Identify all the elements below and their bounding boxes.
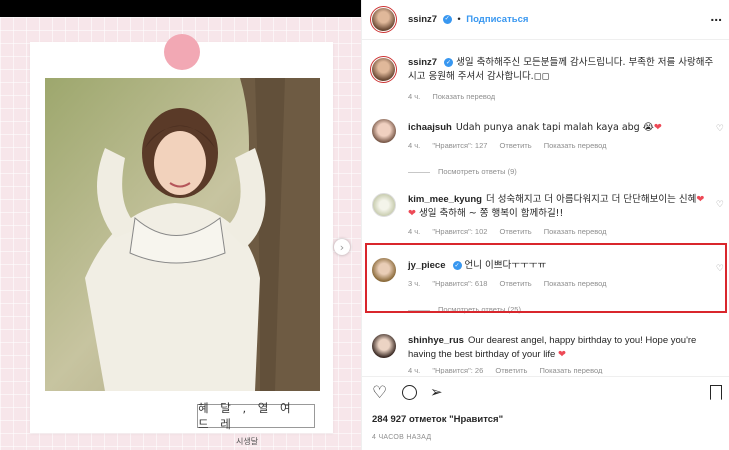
like-heart-icon[interactable]: ♡ [372, 383, 387, 403]
comments-panel: ssinz7 ✓ • Подписаться ... ssinz7 ✓ 생일 축하… [361, 0, 729, 450]
share-icon[interactable]: ➢ [430, 383, 443, 401]
heart-emoji-icon: ❤ [557, 349, 566, 360]
comment-meta: 4 ч. "Нравится": 26 Ответить Показать пе… [408, 366, 612, 374]
comment-text: 더 성숙해지고 더 아름다워지고 더 단단해보이는 신혜 [485, 194, 697, 205]
top-bar [0, 0, 361, 17]
comment-icon[interactable] [402, 385, 417, 400]
reply-link[interactable]: Ответить [500, 227, 532, 236]
bookmark-icon[interactable] [710, 385, 722, 400]
comment-meta: 4 ч. Показать перевод [408, 92, 505, 101]
comment-meta: 4 ч. "Нравится": 102 Ответить Показать п… [408, 227, 617, 236]
post-header: ssinz7 ✓ • Подписаться ... [362, 0, 729, 40]
avatar[interactable] [370, 6, 397, 33]
post-time: 4 ЧАСОВ НАЗАД [372, 434, 432, 441]
comment-likes[interactable]: "Нравится": 102 [432, 227, 487, 236]
comment-username[interactable]: shinhye_rus [408, 335, 464, 346]
reply-link[interactable]: Ответить [495, 366, 527, 374]
comment-text: Udah punya anak tapi malah kaya abg [455, 122, 640, 133]
dot-separator: • [457, 14, 461, 25]
comment-meta: 4 ч. "Нравится": 127 Ответить Показать п… [408, 141, 617, 150]
translate-link[interactable]: Показать перевод [540, 366, 603, 374]
verified-icon: ✓ [442, 14, 452, 24]
crying-emoji-icon: 😭 [642, 122, 654, 133]
comment-time: 4 ч. [408, 227, 421, 236]
comment-body: ichaajsuh Udah punya anak tapi malah kaya… [408, 121, 708, 135]
header-username[interactable]: ssinz7 [408, 14, 437, 25]
caption-comment: ssinz7 ✓ 생일 축하해주신 모든분들께 감사드립니다. 부족한 저를 사랑… [408, 56, 718, 84]
translate-link[interactable]: Показать перевод [432, 92, 495, 101]
photo-subcaption: 시생달 [236, 437, 259, 446]
likes-count[interactable]: 284 927 отметок "Нравится" [372, 414, 503, 425]
avatar[interactable] [372, 193, 396, 217]
reply-link[interactable]: Ответить [500, 141, 532, 150]
comment-time: 4 ч. [408, 366, 421, 374]
like-heart-icon[interactable]: ♡ [716, 200, 724, 210]
comment-likes[interactable]: "Нравится": 26 [432, 366, 483, 374]
comment-body: shinhye_rus Our dearest angel, happy birt… [408, 334, 708, 362]
comment-text: 생일 축하해주신 모든분들께 감사드립니다. 부족한 저를 사랑해주시고 응원해… [408, 57, 714, 82]
more-options-icon[interactable]: ... [710, 8, 722, 24]
view-replies-link[interactable]: Посмотреть ответы (9) [408, 167, 517, 176]
avatar[interactable] [372, 119, 396, 143]
comment-likes[interactable]: "Нравится": 127 [432, 141, 487, 150]
avatar[interactable] [372, 334, 396, 358]
highlight-box [365, 243, 727, 313]
translate-link[interactable]: Показать перевод [544, 141, 607, 150]
pink-dot-decoration [164, 34, 200, 70]
comment-time: 4 ч. [408, 141, 421, 150]
comment-username[interactable]: kim_mee_kyung [408, 194, 482, 205]
comment-tail: ◻◻ [533, 71, 550, 82]
post-photo[interactable] [45, 78, 320, 391]
next-arrow-icon[interactable]: › [334, 239, 350, 255]
comment-body: kim_mee_kyung 더 성숙해지고 더 아름다워지고 더 단단해보이는 신… [408, 193, 708, 221]
heart-emoji-icon: ❤ [653, 122, 662, 133]
like-heart-icon[interactable]: ♡ [716, 124, 724, 134]
verified-icon: ✓ [444, 58, 454, 67]
comment-username[interactable]: ichaajsuh [408, 122, 452, 133]
photo-caption: 혜 달 , 열 여 드 레 [197, 401, 315, 431]
avatar[interactable] [370, 56, 397, 83]
follow-button[interactable]: Подписаться [466, 14, 528, 25]
translate-link[interactable]: Показать перевод [544, 227, 607, 236]
comment-text-continued: 생일 축하해 ~ 쫑 행복이 함께하길!! [419, 208, 564, 219]
comment-username[interactable]: ssinz7 [408, 57, 437, 68]
comment-time: 4 ч. [408, 92, 421, 101]
